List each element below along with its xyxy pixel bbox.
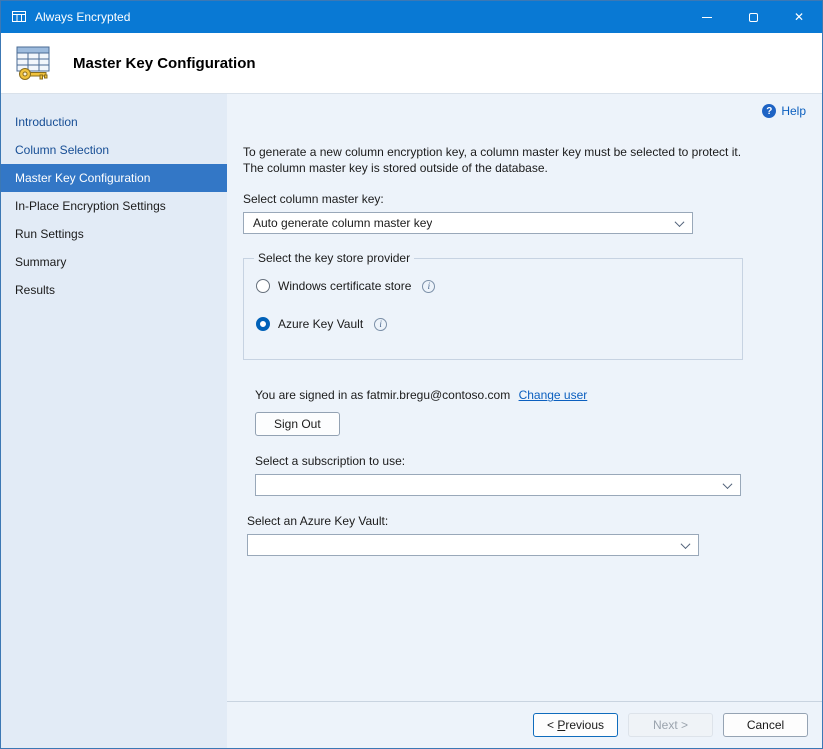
next-button[interactable]: Next >	[628, 713, 713, 737]
minimize-button[interactable]	[684, 1, 730, 33]
radio-label: Azure Key Vault	[278, 317, 363, 331]
sign-out-button[interactable]: Sign Out	[255, 412, 340, 436]
chevron-down-icon	[681, 539, 691, 549]
cancel-button[interactable]: Cancel	[723, 713, 808, 737]
sidebar-item-summary[interactable]: Summary	[1, 248, 227, 276]
sidebar-item-label: Column Selection	[15, 143, 109, 157]
previous-button[interactable]: < Previous	[533, 713, 618, 737]
azure-key-vault-label: Select an Azure Key Vault:	[247, 514, 806, 528]
content-row: Introduction Column Selection Master Key…	[1, 94, 822, 748]
subscription-label: Select a subscription to use:	[255, 454, 806, 468]
chevron-down-icon	[675, 217, 685, 227]
wizard-header: Master Key Configuration	[1, 33, 822, 94]
signed-in-text: You are signed in as fatmir.bregu@contos…	[255, 388, 510, 402]
help-link[interactable]: Help	[781, 104, 806, 118]
sidebar-item-label: Run Settings	[15, 227, 84, 241]
sidebar-item-label: Master Key Configuration	[15, 171, 150, 185]
main-column: ? Help To generate a new column encrypti…	[227, 94, 822, 748]
column-master-key-label: Select column master key:	[243, 192, 806, 206]
page-title: Master Key Configuration	[73, 55, 256, 72]
minimize-icon	[702, 17, 712, 18]
subscription-dropdown[interactable]	[255, 474, 741, 496]
info-icon[interactable]: i	[422, 280, 435, 293]
signed-in-row: You are signed in as fatmir.bregu@contos…	[255, 388, 806, 402]
sidebar-item-results[interactable]: Results	[1, 276, 227, 304]
radio-windows-certificate-store[interactable]: Windows certificate store i	[256, 279, 730, 293]
azure-key-vault-dropdown[interactable]	[247, 534, 699, 556]
close-button[interactable]: ✕	[776, 1, 822, 33]
dropdown-value: Auto generate column master key	[253, 216, 432, 230]
titlebar: Always Encrypted ✕	[1, 1, 822, 33]
main-panel: ? Help To generate a new column encrypti…	[227, 94, 822, 701]
chevron-down-icon	[723, 479, 733, 489]
sidebar-item-in-place-encryption-settings[interactable]: In-Place Encryption Settings	[1, 192, 227, 220]
radio-unchecked-icon	[256, 279, 270, 293]
key-store-provider-group: Select the key store provider Windows ce…	[243, 258, 743, 360]
radio-label: Windows certificate store	[278, 279, 411, 293]
intro-text: To generate a new column encryption key,…	[243, 144, 748, 176]
always-encrypted-wizard-window: Always Encrypted ✕ Master Key Con	[0, 0, 823, 749]
wizard-footer: < Previous Next > Cancel	[227, 701, 822, 748]
sidebar-item-introduction[interactable]: Introduction	[1, 108, 227, 136]
maximize-icon	[749, 13, 758, 22]
app-icon	[11, 9, 27, 25]
help-row: ? Help	[243, 104, 806, 118]
radio-azure-key-vault[interactable]: Azure Key Vault i	[256, 317, 730, 331]
sidebar-item-run-settings[interactable]: Run Settings	[1, 220, 227, 248]
sidebar-item-column-selection[interactable]: Column Selection	[1, 136, 227, 164]
window-controls: ✕	[684, 1, 822, 33]
window-title: Always Encrypted	[35, 10, 130, 24]
close-icon: ✕	[794, 11, 804, 23]
info-icon[interactable]: i	[374, 318, 387, 331]
sidebar-item-label: Results	[15, 283, 55, 297]
sidebar-item-master-key-configuration[interactable]: Master Key Configuration	[1, 164, 227, 192]
table-key-icon	[11, 43, 57, 83]
help-icon: ?	[762, 104, 776, 118]
maximize-button[interactable]	[730, 1, 776, 33]
wizard-steps-sidebar: Introduction Column Selection Master Key…	[1, 94, 227, 748]
column-master-key-dropdown[interactable]: Auto generate column master key	[243, 212, 693, 234]
change-user-link[interactable]: Change user	[519, 388, 588, 402]
previous-label: < Previous	[547, 718, 604, 732]
key-store-provider-group-title: Select the key store provider	[254, 251, 414, 265]
sidebar-item-label: Summary	[15, 255, 66, 269]
sidebar-item-label: Introduction	[15, 115, 78, 129]
radio-checked-icon	[256, 317, 270, 331]
sidebar-item-label: In-Place Encryption Settings	[15, 199, 166, 213]
